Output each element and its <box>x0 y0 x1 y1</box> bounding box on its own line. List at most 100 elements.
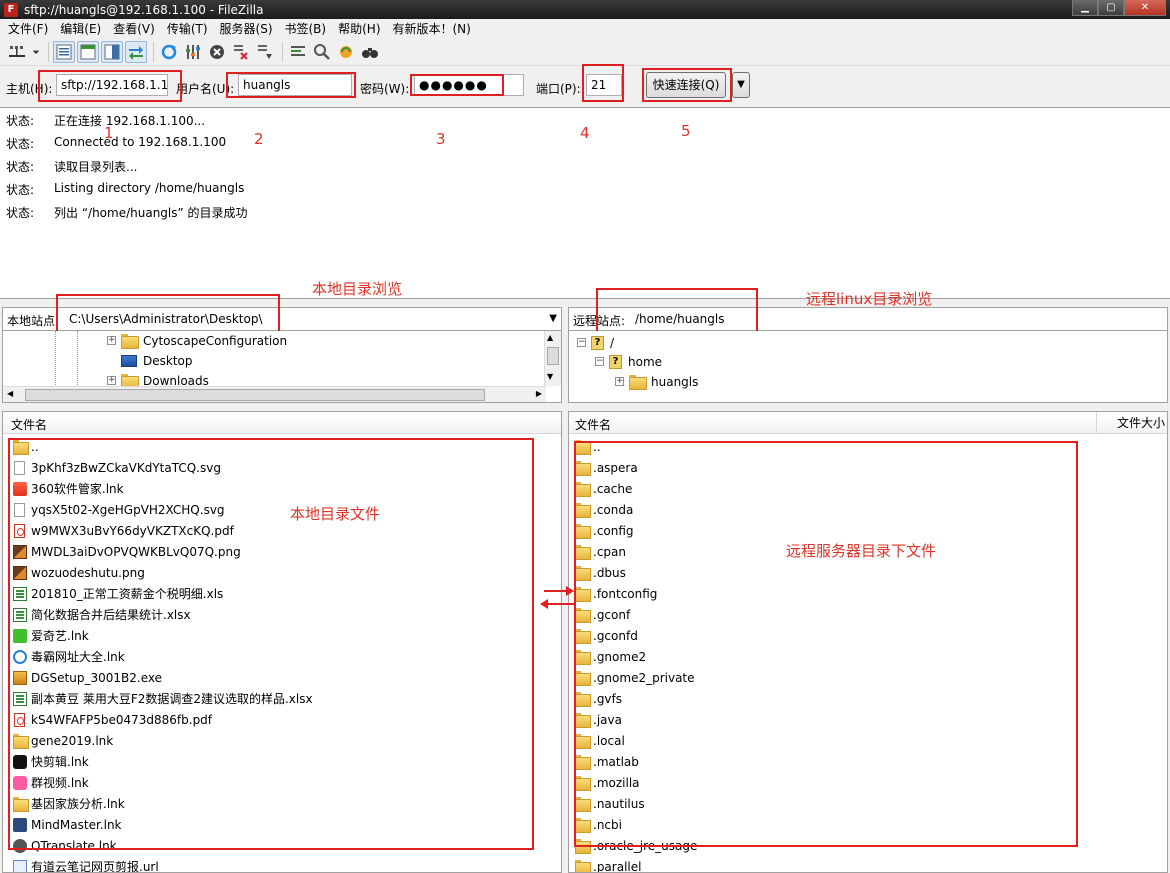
toggle-remote-tree-icon[interactable] <box>101 40 123 63</box>
user-input[interactable]: huangls <box>238 74 352 96</box>
local-file-row[interactable]: QTranslate.lnk <box>3 835 117 856</box>
column-filename[interactable]: 文件名 <box>575 416 611 433</box>
remote-file-row[interactable]: .java <box>569 709 622 730</box>
local-file-row[interactable]: 360软件管家.lnk <box>3 478 124 499</box>
folder-icon <box>575 628 591 644</box>
annotation-local-site: 本地目录浏览 <box>312 280 403 298</box>
toggle-queue-icon[interactable] <box>125 40 147 63</box>
remote-file-row[interactable]: .dbus <box>569 562 626 583</box>
remote-file-row[interactable]: .nautilus <box>569 793 645 814</box>
remote-file-row[interactable]: .fontconfig <box>569 583 657 604</box>
remote-file-row[interactable]: .gnome2 <box>569 646 646 667</box>
column-filename[interactable]: 文件名 <box>11 416 47 433</box>
quickconnect-dropdown-icon[interactable]: ▼ <box>732 72 750 98</box>
dropdown-arrow-icon[interactable] <box>30 41 42 63</box>
maximize-button[interactable]: ▢ <box>1098 0 1124 16</box>
local-file-row[interactable]: 简化数据合并后结果统计.xlsx <box>3 604 191 625</box>
user-label: 用户名(U): <box>176 82 235 96</box>
remote-file-row[interactable]: .gvfs <box>569 688 622 709</box>
column-filesize[interactable]: 文件大小 <box>1096 412 1165 434</box>
host-input[interactable]: sftp://192.168.1.10 <box>56 74 168 96</box>
local-file-row[interactable]: gene2019.lnk <box>3 730 113 751</box>
local-file-row[interactable]: wozuodeshutu.png <box>3 562 145 583</box>
remote-file-row[interactable]: .gconfd <box>569 625 638 646</box>
remote-file-row[interactable]: .config <box>569 520 634 541</box>
local-file-row[interactable]: 有道云笔记网页剪报.url <box>3 856 159 872</box>
remote-file-row[interactable]: .oracle_jre_usage <box>569 835 697 856</box>
pdf-file-icon <box>14 712 25 727</box>
cancel-icon[interactable] <box>206 41 228 63</box>
file-name: .oracle_jre_usage <box>593 838 698 853</box>
remote-file-row[interactable]: .parallel <box>569 856 641 872</box>
remote-file-row[interactable]: .conda <box>569 499 633 520</box>
file-name: wozuodeshutu.png <box>31 565 145 580</box>
remote-file-row[interactable]: .. <box>569 436 601 457</box>
close-button[interactable]: ✕ <box>1124 0 1166 16</box>
remote-file-row[interactable]: .gconf <box>569 604 630 625</box>
local-file-row[interactable]: 毒霸网址大全.lnk <box>3 646 125 667</box>
menu-view[interactable]: 查看(V) <box>107 20 161 37</box>
file-name: DGSetup_3001B2.exe <box>31 670 162 685</box>
local-file-row[interactable]: 群视频.lnk <box>3 772 89 793</box>
compare-icon[interactable] <box>311 41 333 63</box>
img-file-icon <box>13 544 27 559</box>
remote-path-input[interactable]: /home/huangls <box>635 312 724 326</box>
local-file-row[interactable]: 基因家族分析.lnk <box>3 793 125 814</box>
green-file-icon <box>13 628 27 643</box>
local-file-row[interactable]: w9MWX3uBvY66dyVKZTXcKQ.pdf <box>3 520 234 541</box>
file-name: 基因家族分析.lnk <box>31 797 125 811</box>
menu-server[interactable]: 服务器(S) <box>214 20 279 37</box>
sync-browse-icon[interactable] <box>335 41 357 63</box>
local-tree-item-selected[interactable]: Desktop <box>121 351 193 370</box>
local-tree-item[interactable]: + CytoscapeConfiguration <box>107 331 287 350</box>
folder-icon <box>575 733 591 749</box>
menu-bookmarks[interactable]: 书签(B) <box>279 20 333 37</box>
remote-file-row[interactable]: .mozilla <box>569 772 640 793</box>
local-file-row[interactable]: 副本黄豆 莱用大豆F2数据调查2建议选取的样品.xlsx <box>3 688 313 709</box>
process-queue-icon[interactable] <box>182 41 204 63</box>
minimize-button[interactable]: ▁ <box>1072 0 1098 16</box>
toggle-local-tree-icon[interactable] <box>77 40 99 63</box>
local-file-row[interactable]: .. <box>3 436 39 457</box>
remote-tree-item[interactable]: −? / <box>577 333 614 352</box>
filter-icon[interactable] <box>287 41 309 63</box>
remote-file-row[interactable]: .gnome2_private <box>569 667 695 688</box>
local-file-row[interactable]: MindMaster.lnk <box>3 814 122 835</box>
menu-transfer[interactable]: 传输(T) <box>161 20 214 37</box>
local-file-row[interactable]: 快剪辑.lnk <box>3 751 89 772</box>
local-file-row[interactable]: 201810_正常工资薪金个税明细.xls <box>3 583 223 604</box>
disconnect-icon[interactable] <box>230 41 252 63</box>
remote-file-row[interactable]: .matlab <box>569 751 639 772</box>
port-input[interactable]: 21 <box>586 74 622 96</box>
svc-file-icon <box>13 481 27 496</box>
remote-tree-item[interactable]: + huangls <box>615 372 698 391</box>
local-tree-hscrollbar[interactable]: ◀ ▶ <box>3 386 546 402</box>
refresh-icon[interactable] <box>158 41 180 63</box>
local-file-row[interactable]: MWDL3aiDvOPVQWKBLvQ07Q.png <box>3 541 241 562</box>
local-file-row[interactable]: kS4WFAFP5be0473d886fb.pdf <box>3 709 212 730</box>
local-path-dropdown-icon[interactable]: ▼ <box>549 313 557 324</box>
local-file-row[interactable]: 3pKhf3zBwZCkaVKdYtaTCQ.svg <box>3 457 221 478</box>
local-path-input[interactable]: C:\Users\Administrator\Desktop\ <box>69 312 263 326</box>
reconnect-icon[interactable] <box>254 41 276 63</box>
remote-file-row[interactable]: .cache <box>569 478 632 499</box>
password-input[interactable]: ●●●●●● <box>414 74 524 96</box>
menu-edit[interactable]: 编辑(E) <box>54 20 107 37</box>
local-file-row[interactable]: yqsX5t02-XgeHGpVH2XCHQ.svg <box>3 499 225 520</box>
quickconnect-button[interactable]: 快速连接(Q) <box>646 72 726 98</box>
remote-file-row[interactable]: .aspera <box>569 457 638 478</box>
menu-new-version[interactable]: 有新版本！(N) <box>387 20 477 37</box>
search-icon[interactable] <box>359 41 381 63</box>
local-file-row[interactable]: 爱奇艺.lnk <box>3 625 89 646</box>
remote-file-row[interactable]: .local <box>569 730 625 751</box>
local-tree-vscrollbar[interactable]: ▲ ▼ <box>544 331 561 386</box>
local-file-row[interactable]: DGSetup_3001B2.exe <box>3 667 162 688</box>
exe-file-icon <box>13 670 27 685</box>
remote-tree-item[interactable]: −? home <box>595 352 662 371</box>
site-manager-icon[interactable] <box>6 41 28 63</box>
toggle-message-log-icon[interactable] <box>53 40 75 63</box>
menu-file[interactable]: 文件(F) <box>2 20 54 37</box>
menu-help[interactable]: 帮助(H) <box>332 20 386 37</box>
remote-file-row[interactable]: .ncbi <box>569 814 622 835</box>
remote-file-row[interactable]: .cpan <box>569 541 626 562</box>
